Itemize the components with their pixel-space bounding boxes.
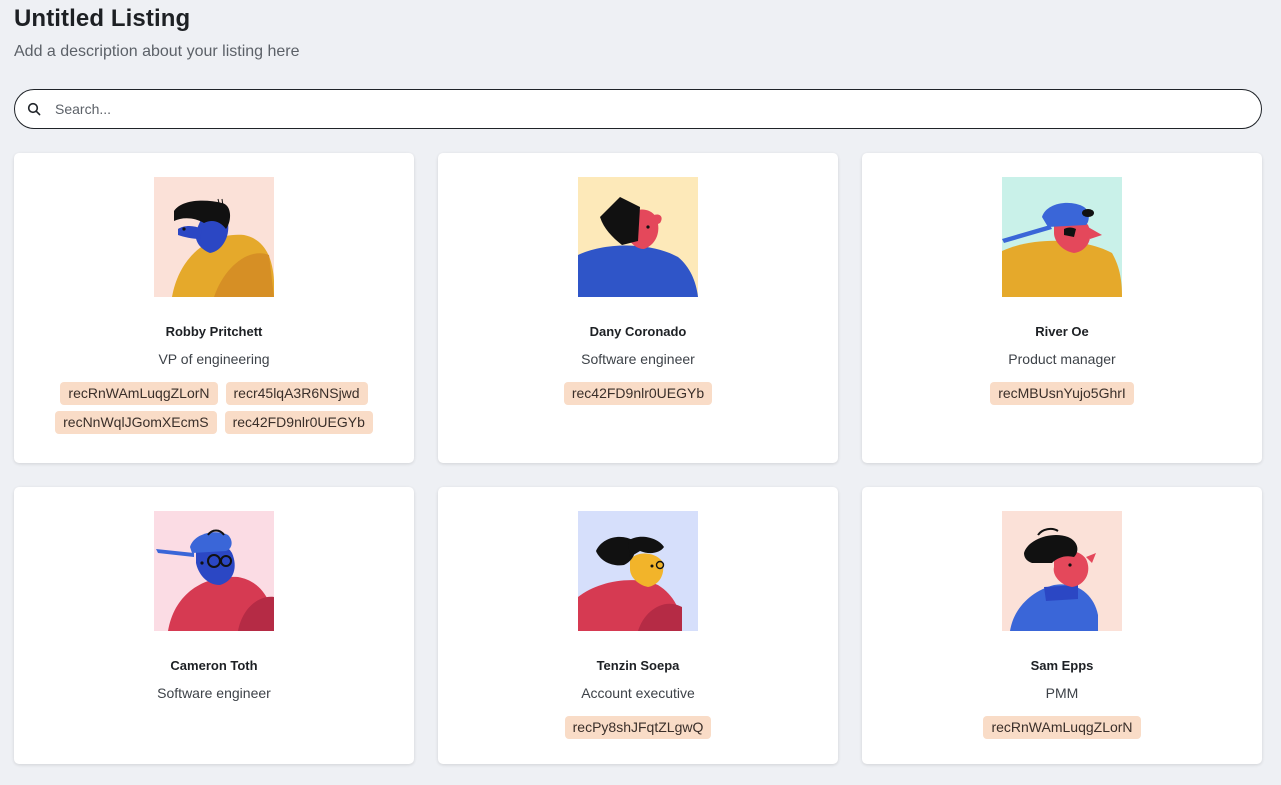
- card-name: Cameron Toth: [170, 658, 258, 673]
- record-tag[interactable]: rec42FD9nlr0UEGYb: [563, 382, 713, 405]
- avatar: [578, 511, 698, 631]
- search-input[interactable]: [55, 101, 1205, 117]
- search-bar[interactable]: [14, 89, 1262, 129]
- listing-card[interactable]: Robby Pritchett VP of engineering recRnW…: [14, 153, 414, 463]
- card-name: River Oe: [1035, 324, 1089, 339]
- card-role: Software engineer: [581, 351, 695, 367]
- listing-card[interactable]: River Oe Product manager recMBUsnYujo5Gh…: [862, 153, 1262, 463]
- card-tags: recRnWAmLuqgZLorN: [882, 716, 1242, 739]
- listing-card[interactable]: Dany Coronado Software engineer rec42FD9…: [438, 153, 838, 463]
- card-role: Software engineer: [157, 685, 271, 701]
- listing-card[interactable]: Cameron Toth Software engineer: [14, 487, 414, 764]
- card-role: Account executive: [581, 685, 695, 701]
- search-icon: [27, 102, 41, 116]
- record-tag[interactable]: recMBUsnYujo5GhrI: [990, 382, 1134, 405]
- card-name: Tenzin Soepa: [596, 658, 680, 673]
- listing-card[interactable]: Tenzin Soepa Account executive recPy8shJ…: [438, 487, 838, 764]
- card-name: Robby Pritchett: [165, 324, 263, 339]
- avatar: [1002, 511, 1122, 631]
- avatar: [1002, 177, 1122, 297]
- record-tag[interactable]: recPy8shJFqtZLgwQ: [564, 716, 712, 739]
- avatar: [154, 177, 274, 297]
- card-tags: rec42FD9nlr0UEGYb: [458, 382, 818, 405]
- listing-card[interactable]: Sam Epps PMM recRnWAmLuqgZLorN: [862, 487, 1262, 764]
- card-role: Product manager: [1008, 351, 1116, 367]
- card-tags: recPy8shJFqtZLgwQ: [458, 716, 818, 739]
- card-role: VP of engineering: [158, 351, 270, 367]
- card-role: PMM: [1045, 685, 1079, 701]
- record-tag[interactable]: recRnWAmLuqgZLorN: [983, 716, 1141, 739]
- card-name: Dany Coronado: [589, 324, 687, 339]
- record-tag[interactable]: recNnWqlJGomXEcmS: [55, 411, 217, 434]
- card-tags: recRnWAmLuqgZLorN recr45lqA3R6NSjwd recN…: [34, 382, 394, 434]
- page-description: Add a description about your listing her…: [14, 43, 300, 60]
- record-tag[interactable]: rec42FD9nlr0UEGYb: [224, 411, 373, 434]
- listing-page: Untitled Listing Add a description about…: [0, 0, 1281, 785]
- record-tag[interactable]: recr45lqA3R6NSjwd: [225, 382, 368, 405]
- page-title: Untitled Listing: [14, 5, 191, 32]
- avatar: [578, 177, 698, 297]
- card-name: Sam Epps: [1030, 658, 1094, 673]
- avatar: [154, 511, 274, 631]
- card-tags: recMBUsnYujo5GhrI: [882, 382, 1242, 405]
- record-tag[interactable]: recRnWAmLuqgZLorN: [60, 382, 218, 405]
